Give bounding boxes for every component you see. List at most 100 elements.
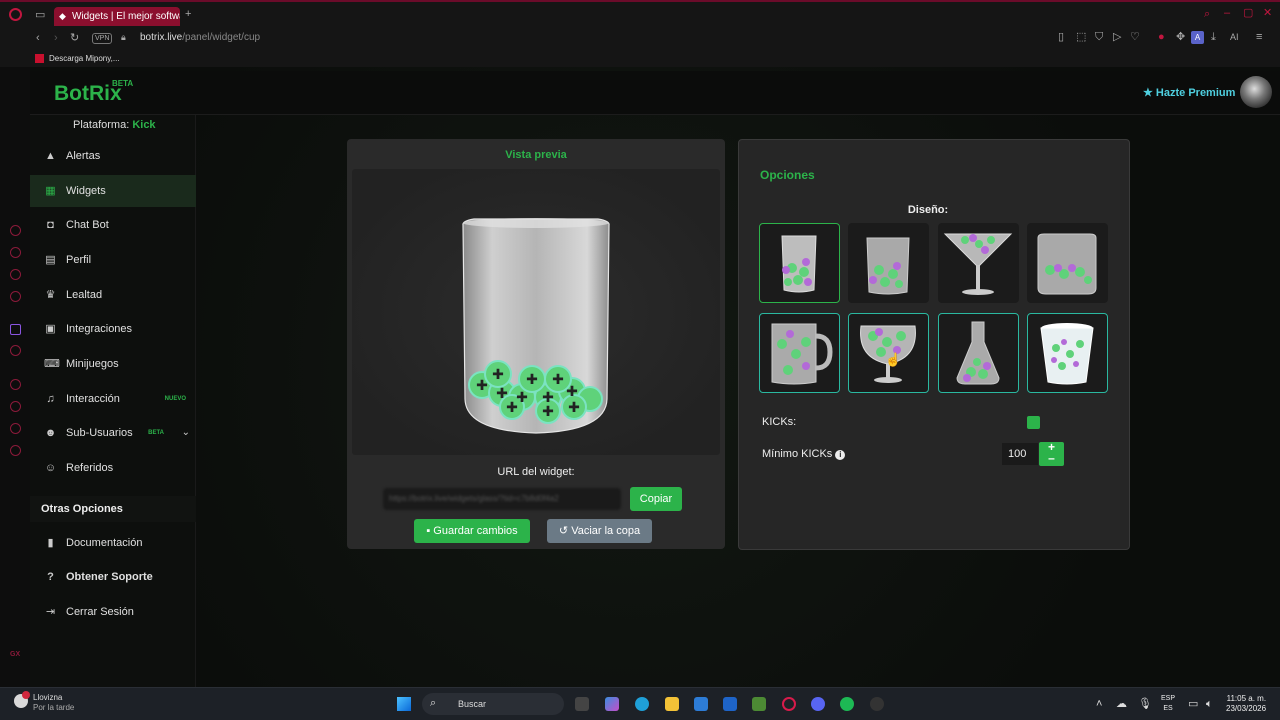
- maximize-icon[interactable]: ▢: [1243, 8, 1253, 19]
- bookmark-item[interactable]: Descarga Mipony,...: [49, 54, 120, 63]
- sidebar-item-minijuegos[interactable]: ⌨ Minijuegos: [30, 348, 196, 380]
- sidebar-item-cerrar-sesion[interactable]: ⇥ Cerrar Sesión: [30, 596, 196, 628]
- new-tab-icon[interactable]: +: [185, 9, 191, 20]
- puzzle-icon: ▣: [45, 323, 56, 335]
- play-icon[interactable]: ▷: [1113, 32, 1121, 43]
- sidebar-item-alertas[interactable]: ▲ Alertas: [30, 140, 196, 172]
- player-icon[interactable]: [10, 379, 21, 390]
- outlook-icon[interactable]: [723, 697, 737, 711]
- discord-icon[interactable]: [811, 697, 825, 711]
- sidebar-item-widgets[interactable]: ▦ Widgets: [30, 175, 196, 207]
- design-option-flask[interactable]: [938, 313, 1019, 393]
- taskbar-search[interactable]: ⌕ Buscar: [422, 693, 564, 715]
- search-tabs-icon[interactable]: ⌕: [1204, 9, 1210, 20]
- settings-icon[interactable]: [10, 445, 21, 456]
- opera-gx-icon[interactable]: [782, 697, 796, 711]
- download-icon[interactable]: ⤓: [1211, 32, 1216, 43]
- shield-icon[interactable]: ⛉: [1095, 32, 1103, 43]
- quantity-stepper[interactable]: + –: [1039, 441, 1064, 466]
- weather-widget[interactable]: Llovizna Por la tarde: [33, 693, 74, 713]
- premium-link[interactable]: ★ Hazte Premium: [1143, 86, 1235, 99]
- sidebar-item-soporte[interactable]: ? Obtener Soporte: [30, 561, 196, 593]
- vk-icon[interactable]: [10, 345, 21, 356]
- microphone-icon[interactable]: 🎙︎: [1138, 699, 1152, 710]
- kicks-checkbox[interactable]: [1027, 416, 1040, 429]
- svg-text:✚: ✚: [568, 400, 580, 416]
- tab-widgets[interactable]: ◆ Widgets | El mejor software: [54, 7, 180, 26]
- svg-text:✚: ✚: [506, 400, 518, 416]
- clock[interactable]: 11:05 a. m. 23/03/2026: [1226, 694, 1266, 714]
- ai-label[interactable]: AI: [1230, 33, 1239, 42]
- copilot-icon[interactable]: [605, 697, 619, 711]
- sidebar-item-sub-usuarios[interactable]: ☻ Sub-Usuarios BETA ⌄: [30, 417, 196, 449]
- gx-icon[interactable]: GX: [10, 651, 20, 658]
- design-option-glass-short[interactable]: [848, 223, 929, 303]
- design-option-plastic-cup[interactable]: [1027, 313, 1108, 393]
- widget-url-input[interactable]: https://botrix.live/widgets/glass/?tid=c…: [383, 488, 621, 510]
- language-indicator[interactable]: ESP ES: [1161, 694, 1175, 714]
- history-icon[interactable]: [10, 401, 21, 412]
- avatar[interactable]: [1240, 76, 1272, 108]
- min-kicks-input[interactable]: 100: [1002, 443, 1038, 465]
- minus-icon[interactable]: –: [1039, 452, 1064, 464]
- network-icon[interactable]: ▭: [1188, 699, 1198, 710]
- design-option-glass-tall[interactable]: [759, 223, 840, 303]
- minimize-icon[interactable]: –: [1224, 8, 1230, 19]
- bookmark-favicon-icon: [35, 54, 44, 63]
- messenger-icon[interactable]: [10, 269, 21, 280]
- heart-icon[interactable]: ♡: [1130, 32, 1140, 43]
- opera-logo-icon[interactable]: [9, 8, 22, 21]
- sidebar-item-perfil[interactable]: ▤ Perfil: [30, 244, 196, 276]
- task-view-icon[interactable]: [575, 697, 589, 711]
- back-icon[interactable]: ‹: [36, 33, 40, 44]
- sidebar-item-lealtad[interactable]: ♛ Lealtad: [30, 279, 196, 311]
- design-option-martini[interactable]: [938, 223, 1019, 303]
- store-icon[interactable]: [694, 697, 708, 711]
- chevron-up-icon[interactable]: ˄: [1096, 699, 1102, 710]
- spotify-icon[interactable]: [840, 697, 854, 711]
- platform-value: Kick: [132, 119, 156, 131]
- design-option-jar[interactable]: [1027, 223, 1108, 303]
- close-icon[interactable]: ✕: [1263, 8, 1272, 19]
- info-icon[interactable]: i: [835, 450, 846, 460]
- puzzle-icon[interactable]: ✥: [1176, 32, 1185, 43]
- kicks-label: KICKs:: [762, 416, 797, 428]
- chevron-down-icon[interactable]: ⌄: [182, 417, 190, 449]
- sidebar-item-interaccion[interactable]: ♫ Interacción NUEVO: [30, 383, 196, 415]
- twitch-icon[interactable]: [10, 324, 21, 335]
- empty-cup-button[interactable]: ↺ Vaciar la copa: [547, 519, 652, 543]
- app-icon[interactable]: [870, 697, 884, 711]
- reload-icon[interactable]: ↻: [70, 33, 79, 44]
- copy-button[interactable]: Copiar: [630, 487, 682, 511]
- extension-icon[interactable]: ●: [1158, 32, 1165, 43]
- design-option-mug[interactable]: [759, 313, 840, 393]
- aria-icon[interactable]: [10, 247, 21, 258]
- forward-icon[interactable]: ›: [54, 33, 58, 44]
- menu-icon[interactable]: ≡: [1256, 32, 1262, 43]
- clock-time: 11:05 a. m.: [1226, 694, 1267, 703]
- sync-icon[interactable]: [10, 423, 21, 434]
- min-kicks-text: Mínimo KICKs: [762, 448, 833, 460]
- sidebar-item-chat-bot[interactable]: ◘ Chat Bot: [30, 209, 196, 241]
- bookmark-icon[interactable]: ▯: [1058, 32, 1064, 43]
- book-icon: ▮: [47, 537, 54, 549]
- speed-dial-icon[interactable]: [10, 225, 21, 236]
- edge-icon[interactable]: [635, 697, 649, 711]
- volume-icon[interactable]: 🔈︎: [1206, 699, 1213, 710]
- profile-icon[interactable]: A: [1191, 31, 1204, 44]
- vpn-badge[interactable]: VPN: [92, 33, 113, 44]
- start-icon[interactable]: [397, 697, 411, 711]
- tab-overview-icon[interactable]: ▭: [35, 10, 45, 21]
- mail-icon[interactable]: [10, 291, 21, 302]
- minecraft-icon[interactable]: [752, 697, 766, 711]
- design-option-snifter[interactable]: ☝: [848, 313, 929, 393]
- robot-icon: ◘: [47, 219, 54, 231]
- sidebar-item-integraciones[interactable]: ▣ Integraciones: [30, 313, 196, 345]
- sidebar-item-documentacion[interactable]: ▮ Documentación: [30, 527, 196, 559]
- sync-tray-icon[interactable]: ☁: [1116, 699, 1127, 710]
- url-text[interactable]: botrix.live/panel/widget/cup: [140, 32, 260, 43]
- sidebar-item-referidos[interactable]: ☺ Referidos: [30, 452, 196, 484]
- save-button[interactable]: ▪ Guardar cambios: [414, 519, 530, 543]
- file-explorer-icon[interactable]: [665, 697, 679, 711]
- snapshot-icon[interactable]: ⬚: [1076, 32, 1086, 43]
